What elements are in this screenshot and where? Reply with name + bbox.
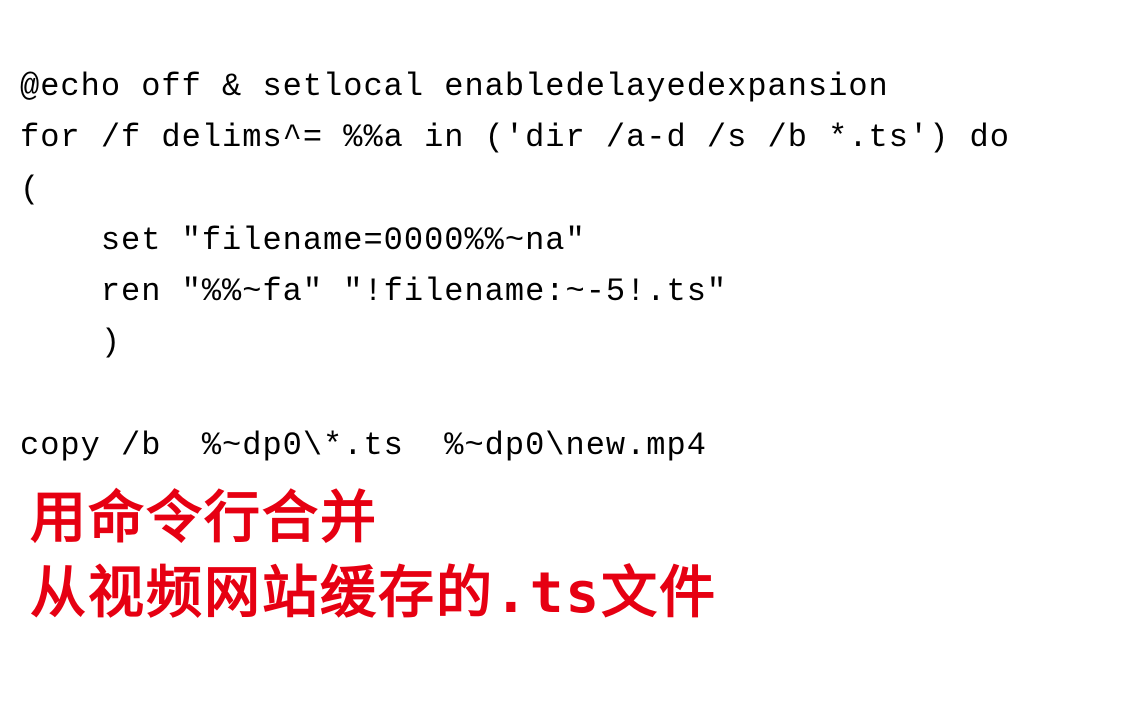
code-line-4: set "filename=0000%%~na"	[20, 222, 586, 259]
caption-line-1: 用命令行合并	[30, 481, 1114, 557]
batch-script-code: @echo off & setlocal enabledelayedexpans…	[0, 0, 1144, 481]
code-line-6: )	[20, 324, 121, 361]
code-line-1: @echo off & setlocal enabledelayedexpans…	[20, 68, 889, 105]
code-line-2: for /f delims^= %%a in ('dir /a-d /s /b …	[20, 119, 1010, 156]
code-line-8: copy /b %~dp0\*.ts %~dp0\new.mp4	[20, 427, 707, 464]
code-line-5: ren "%%~fa" "!filename:~-5!.ts"	[20, 273, 727, 310]
caption-text: 用命令行合并 从视频网站缓存的.ts文件	[0, 481, 1144, 632]
caption-line-2: 从视频网站缓存的.ts文件	[30, 556, 1114, 632]
code-line-3: (	[20, 171, 40, 208]
